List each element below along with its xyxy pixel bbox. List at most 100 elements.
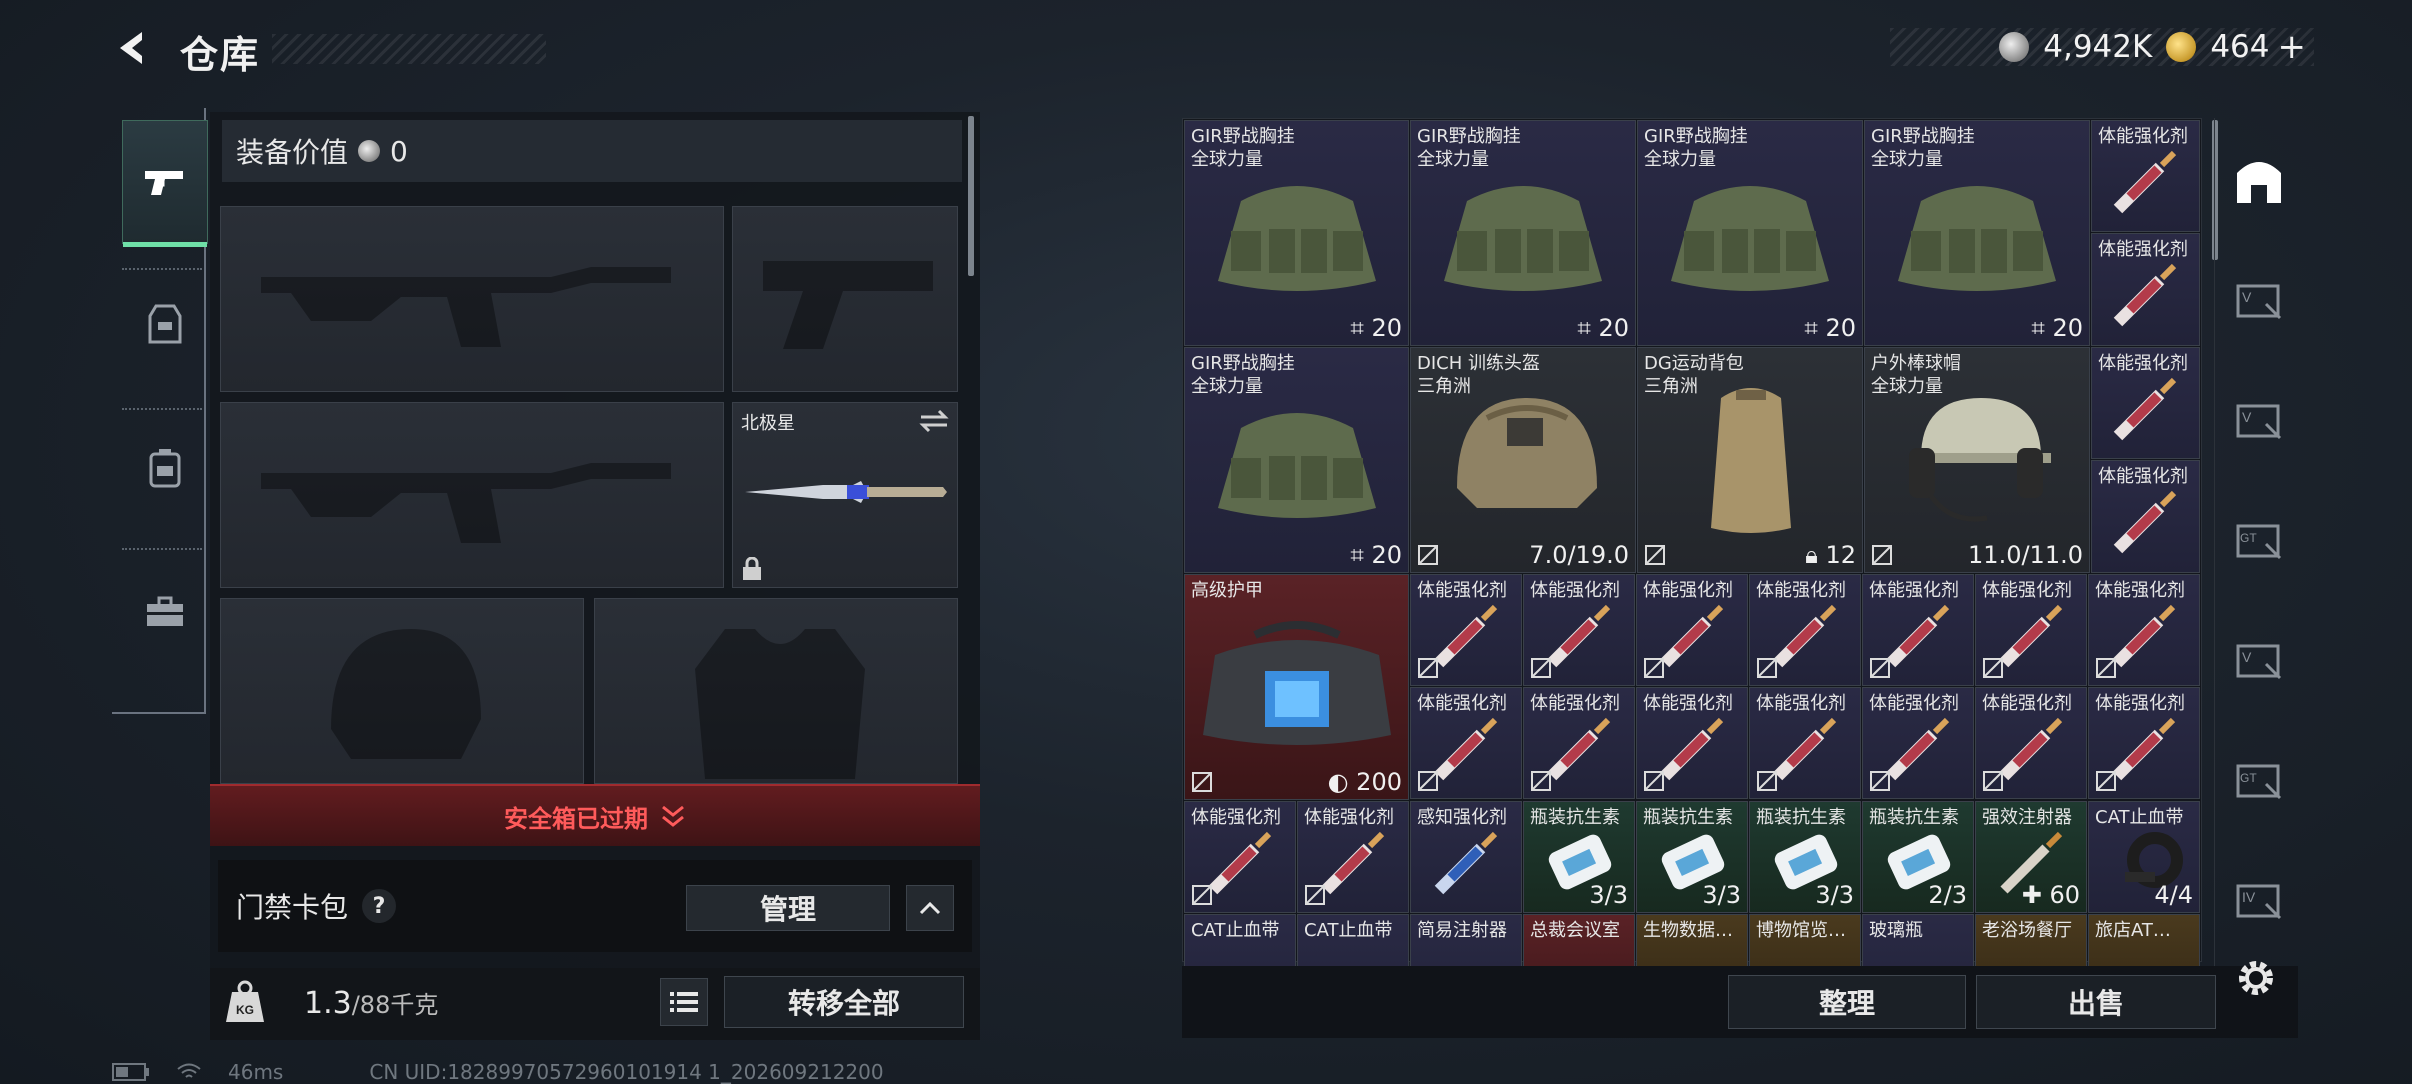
transfer-all-button[interactable]: 转移全部 bbox=[724, 976, 964, 1028]
item-glass-bottle[interactable]: 玻璃瓶 bbox=[1862, 914, 1974, 966]
item-stamina-booster[interactable]: 体能强化剂 bbox=[1523, 687, 1635, 799]
item-stamina-booster[interactable]: 体能强化剂 bbox=[1862, 687, 1974, 799]
no-insure-icon bbox=[1644, 658, 1664, 678]
item-antibiotics[interactable]: 瓶装抗生素 2/3 bbox=[1862, 801, 1974, 913]
manage-button[interactable]: 管理 bbox=[686, 885, 890, 931]
item-stamina-booster[interactable]: 体能强化剂 bbox=[1749, 574, 1861, 686]
melee-slot[interactable]: 北极星 bbox=[732, 402, 958, 588]
item-name: 体能强化剂 bbox=[2095, 693, 2185, 714]
item-name: 体能强化剂 bbox=[2098, 353, 2188, 374]
page-storage-3[interactable]: GT bbox=[2227, 508, 2291, 572]
equipment-scrollbar[interactable] bbox=[968, 116, 974, 276]
item-name: 老浴场餐厅 bbox=[1982, 920, 2072, 941]
item-antibiotics[interactable]: 瓶装抗生素 3/3 bbox=[1523, 801, 1635, 913]
helmet-slot[interactable] bbox=[220, 598, 584, 784]
item-stamina-booster[interactable]: 体能强化剂 bbox=[1410, 574, 1522, 686]
item-chest-rig[interactable]: GIR野战胸挂 全球力量 ⌗ 20 bbox=[1410, 120, 1636, 346]
tab-supplies[interactable] bbox=[122, 572, 208, 652]
gold-amount: 464 bbox=[2210, 29, 2270, 65]
item-antibiotics[interactable]: 瓶装抗生素 3/3 bbox=[1749, 801, 1861, 913]
item-ceo-meeting-room-key[interactable]: 总裁会议室 bbox=[1523, 914, 1635, 966]
page-storage-1[interactable]: V bbox=[2227, 268, 2291, 332]
item-stamina-booster[interactable]: 体能强化剂 bbox=[1975, 687, 2087, 799]
rifle-silhouette-icon bbox=[261, 267, 671, 347]
item-advanced-armor[interactable]: 高级护甲 ◐ 200 bbox=[1184, 574, 1409, 800]
item-museum-guide[interactable]: 博物馆览… bbox=[1749, 914, 1861, 966]
backpack-icon bbox=[1711, 388, 1791, 533]
sort-button[interactable]: 整理 bbox=[1728, 975, 1966, 1029]
item-chest-rig[interactable]: GIR野战胸挂 全球力量 ⌗ 20 bbox=[1184, 347, 1409, 573]
item-stamina-booster[interactable]: 体能强化剂 bbox=[1184, 801, 1296, 913]
safebox-expired-banner[interactable]: 安全箱已过期 bbox=[210, 784, 980, 846]
item-capacity: 🔒︎ 12 bbox=[1805, 541, 1856, 569]
item-stamina-booster[interactable]: 体能强化剂 bbox=[1636, 687, 1748, 799]
item-cat-tourniquet[interactable]: CAT止血带 bbox=[1184, 914, 1296, 966]
page-main-warehouse[interactable] bbox=[2227, 148, 2291, 212]
tab-backpack[interactable] bbox=[122, 428, 208, 508]
item-name: 生物数据… bbox=[1643, 920, 1733, 941]
item-stamina-booster[interactable]: 体能强化剂 bbox=[2088, 574, 2200, 686]
backup-weapon-slot[interactable] bbox=[220, 402, 724, 588]
item-stamina-booster[interactable]: 体能强化剂 bbox=[2091, 460, 2200, 573]
collapse-button[interactable] bbox=[906, 885, 954, 931]
armor-slot[interactable] bbox=[594, 598, 958, 784]
item-baseball-cap[interactable]: 户外棒球帽 全球力量 11.0/11.0 bbox=[1864, 347, 2090, 573]
item-potent-injector[interactable]: 强效注射器 ✚ 60 bbox=[1975, 801, 2087, 913]
item-perception-booster[interactable]: 感知强化剂 bbox=[1410, 801, 1522, 913]
item-name: 旅店AT… bbox=[2095, 920, 2171, 941]
svg-text:KG: KG bbox=[236, 1003, 254, 1017]
page-storage-6[interactable]: IV bbox=[2227, 868, 2291, 932]
gear-icon[interactable] bbox=[2232, 954, 2280, 1002]
item-count: ⌗ 20 bbox=[2031, 314, 2083, 342]
tab-weapons[interactable] bbox=[122, 120, 208, 247]
item-name: 瓶装抗生素 bbox=[1756, 807, 1846, 828]
item-stamina-booster[interactable]: 体能强化剂 bbox=[1523, 574, 1635, 686]
item-stamina-booster[interactable]: 体能强化剂 bbox=[1297, 801, 1409, 913]
item-old-bathhouse-restaurant-key[interactable]: 老浴场餐厅 bbox=[1975, 914, 2087, 966]
item-durability: 11.0/11.0 bbox=[1968, 541, 2083, 569]
list-view-button[interactable] bbox=[660, 978, 708, 1026]
back-button[interactable] bbox=[112, 26, 156, 70]
item-chest-rig[interactable]: GIR野战胸挂 全球力量 ⌗ 20 bbox=[1864, 120, 2090, 346]
help-icon[interactable]: ? bbox=[362, 889, 397, 923]
item-chest-rig[interactable]: GIR野战胸挂 全球力量 ⌗ 20 bbox=[1637, 120, 1863, 346]
item-name: 高级护甲 bbox=[1191, 580, 1263, 601]
primary-weapon-slot[interactable] bbox=[220, 206, 724, 392]
item-bio-data[interactable]: 生物数据… bbox=[1636, 914, 1748, 966]
page-storage-4[interactable]: V bbox=[2227, 628, 2291, 692]
item-stamina-booster[interactable]: 体能强化剂 bbox=[2091, 347, 2200, 459]
swap-icon[interactable] bbox=[919, 409, 949, 433]
item-simple-injector[interactable]: 简易注射器 bbox=[1410, 914, 1522, 966]
item-stamina-booster[interactable]: 体能强化剂 bbox=[1862, 574, 1974, 686]
item-cat-tourniquet[interactable]: CAT止血带 4/4 bbox=[2088, 801, 2200, 913]
item-name: 瓶装抗生素 bbox=[1530, 807, 1620, 828]
syringe-icon bbox=[1999, 717, 2063, 781]
page-storage-2[interactable]: V bbox=[2227, 388, 2291, 452]
no-insure-icon bbox=[2096, 771, 2116, 791]
item-cat-tourniquet[interactable]: CAT止血带 bbox=[1297, 914, 1409, 966]
secondary-weapon-slot[interactable] bbox=[732, 206, 958, 392]
armor-vest-icon bbox=[148, 304, 182, 344]
item-stamina-booster[interactable]: 体能强化剂 bbox=[1749, 687, 1861, 799]
item-training-helmet[interactable]: DICH 训练头盔 三角洲 7.0/19.0 bbox=[1410, 347, 1636, 573]
item-chest-rig[interactable]: GIR野战胸挂 全球力量 ⌗ 20 bbox=[1184, 120, 1409, 346]
item-antibiotics[interactable]: 瓶装抗生素 3/3 bbox=[1636, 801, 1748, 913]
item-name: 简易注射器 bbox=[1417, 920, 1507, 941]
no-insure-icon bbox=[1645, 545, 1665, 565]
add-gold-button[interactable]: + bbox=[2278, 27, 2307, 67]
sell-button[interactable]: 出售 bbox=[1976, 975, 2216, 1029]
chest-rig-icon bbox=[1218, 186, 1376, 291]
tab-armor[interactable] bbox=[122, 284, 208, 364]
page-storage-5[interactable]: GT bbox=[2227, 748, 2291, 812]
item-stamina-booster[interactable]: 体能强化剂 bbox=[2091, 120, 2200, 232]
item-stamina-booster[interactable]: 体能强化剂 bbox=[1975, 574, 2087, 686]
item-hotel-key[interactable]: 旅店AT… bbox=[2088, 914, 2200, 966]
item-stamina-booster[interactable]: 体能强化剂 bbox=[1410, 687, 1522, 799]
item-stamina-booster[interactable]: 体能强化剂 bbox=[2088, 687, 2200, 799]
item-stamina-booster[interactable]: 体能强化剂 bbox=[2091, 233, 2200, 346]
chest-rig-icon bbox=[1444, 186, 1602, 291]
no-insure-icon bbox=[1531, 771, 1551, 791]
item-stamina-booster[interactable]: 体能强化剂 bbox=[1636, 574, 1748, 686]
chest-rig-icon bbox=[1218, 413, 1376, 518]
item-sports-backpack[interactable]: DG运动背包 三角洲 🔒︎ 12 bbox=[1637, 347, 1863, 573]
